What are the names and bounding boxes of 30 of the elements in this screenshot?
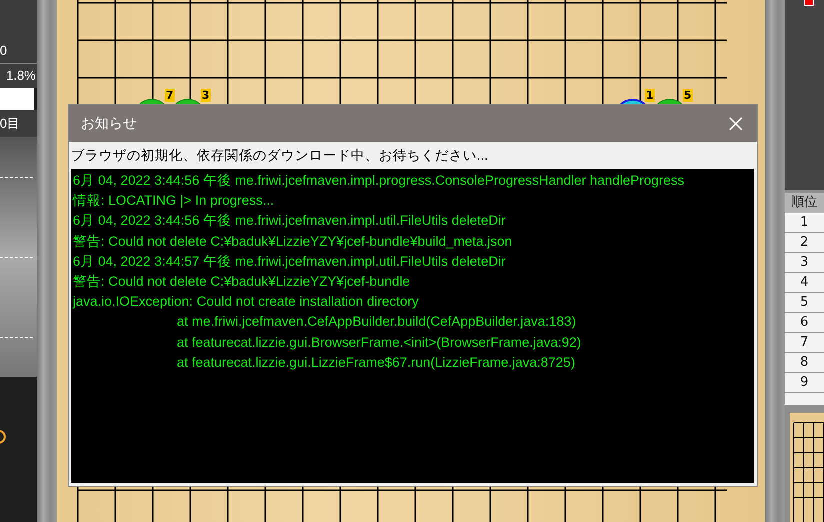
move-number: 7 — [165, 89, 175, 102]
table-cell: 1 — [785, 213, 824, 233]
table-cell: 7 — [785, 333, 824, 353]
log-line: 6月 04, 2022 3:44:56 午後 me.friwi.jcefmaven.impl.progress.ConsoleProgressHandler handleProgress — [72, 172, 686, 190]
log-line: 警告: Could not delete C:¥baduk¥LizzieYZY¥jcef-bundle¥build_meta.json — [72, 232, 514, 251]
table-cell: 4 — [785, 273, 824, 293]
move-number: 3 — [201, 89, 211, 102]
score-label: 0目 — [0, 114, 20, 132]
log-line: at me.friwi.jcefmaven.CefAppBuilder.build(CefAppBuilder.java:183) — [176, 313, 578, 332]
table-cell: 3 — [785, 253, 824, 273]
log-line: 6月 04, 2022 3:44:57 午後 me.friwi.jcefmaven.impl.util.FileUtils deleteDir — [72, 252, 507, 271]
log-line: 6月 04, 2022 3:44:56 午後 me.friwi.jcefmaven.impl.util.FileUtils deleteDir — [72, 212, 507, 230]
dialog-message: ブラウザの初期化、依存関係のダウンロード中、お待ちください... — [71, 146, 488, 164]
win-rate-bar — [0, 88, 34, 110]
table-cell: 6 — [785, 313, 824, 333]
log-line: at featurecat.lizzie.gui.LizzieFrame$67.run(LizzieFrame.java:8725) — [176, 354, 576, 372]
move-number: 1 — [645, 89, 655, 102]
log-line: at featurecat.lizzie.gui.BrowserFrame.<init>(BrowserFrame.java:92) — [176, 334, 582, 352]
table-cell: 9 — [785, 373, 824, 393]
win-rate-label: 1.8% — [5, 67, 37, 85]
column-header: 順位 — [785, 193, 824, 213]
table-cell: 2 — [785, 233, 824, 253]
table-cell: 5 — [785, 293, 824, 313]
log-line: 情報: LOCATING |> In progress... — [72, 192, 276, 210]
table-cell: 8 — [785, 353, 824, 373]
close-button[interactable] — [727, 114, 745, 132]
log-line: 警告: Could not delete C:¥baduk¥LizzieYZY¥jcef-bundle — [72, 273, 412, 292]
move-number: 5 — [683, 89, 693, 102]
dialog-title: お知らせ — [81, 114, 137, 132]
log-line: java.io.IOException: Could not create installation directory — [72, 293, 420, 312]
